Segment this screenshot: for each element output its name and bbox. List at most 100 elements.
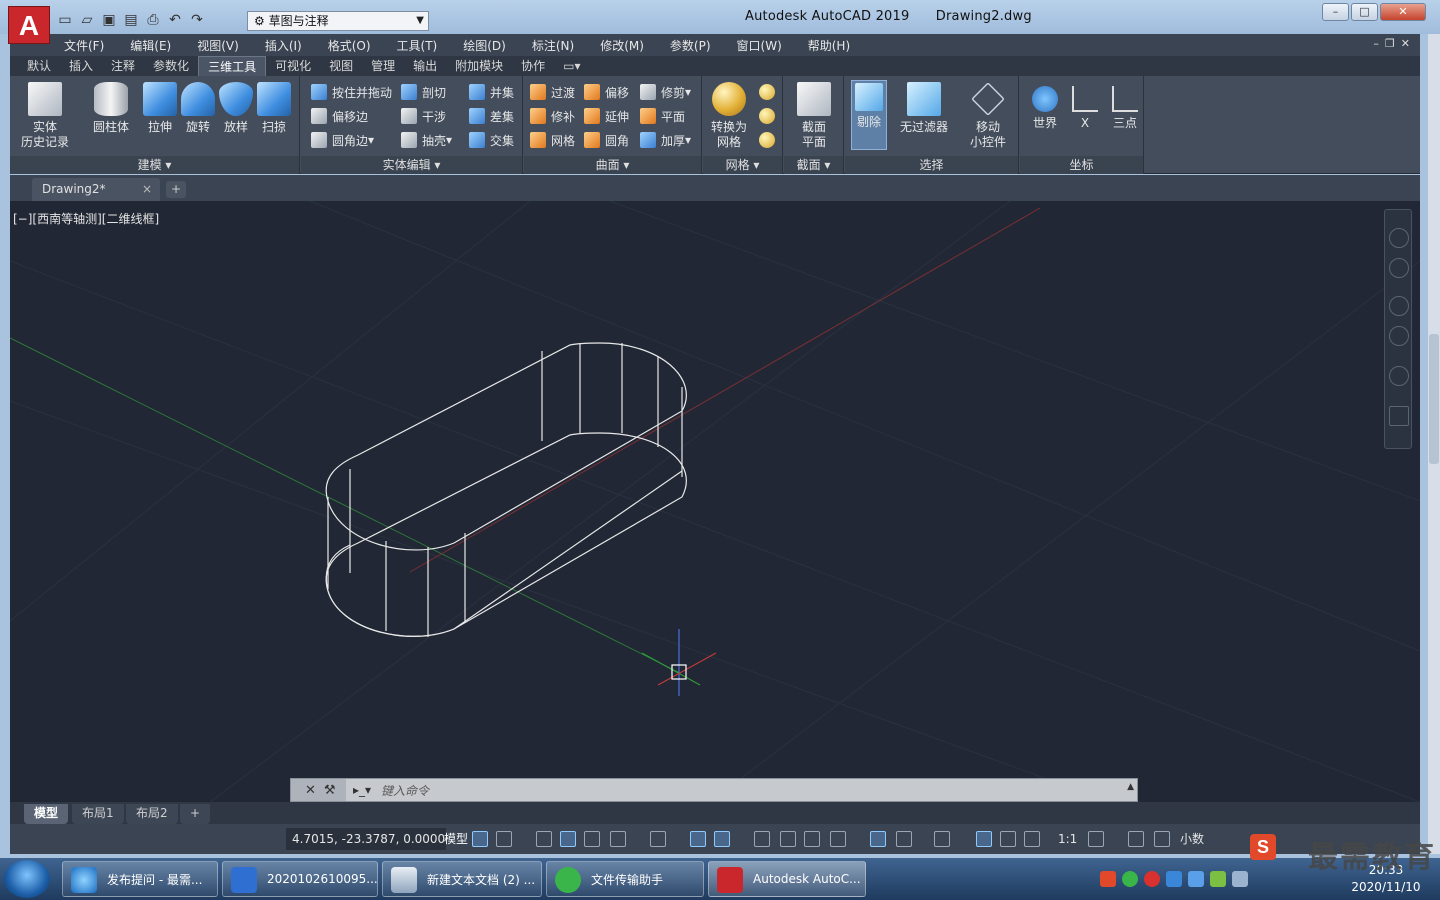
- mesh-refine-icon[interactable]: [759, 108, 775, 124]
- menu-edit[interactable]: 编辑(E): [130, 37, 171, 54]
- close-button[interactable]: ✕: [1380, 3, 1426, 21]
- extrude-button[interactable]: 拉伸: [140, 82, 180, 135]
- model-space-toggle[interactable]: 模型: [440, 828, 472, 850]
- dynamic-input-icon[interactable]: [560, 831, 576, 847]
- print-icon[interactable]: ⎙: [144, 11, 162, 29]
- ortho-toggle-icon[interactable]: [584, 831, 600, 847]
- new-file-icon[interactable]: ▭: [56, 11, 74, 29]
- tab-manage[interactable]: 管理: [362, 56, 404, 76]
- taskbar-item-autocad[interactable]: Autodesk AutoC...: [708, 861, 866, 897]
- network-button[interactable]: 网格: [530, 129, 575, 151]
- scrollbar-thumb[interactable]: [1429, 334, 1439, 464]
- blend-button[interactable]: 过渡: [530, 81, 575, 103]
- save-icon[interactable]: ▣: [100, 11, 118, 29]
- intersect-button[interactable]: 交集: [469, 129, 514, 151]
- orbit-icon[interactable]: [1389, 366, 1409, 386]
- tab-layout2[interactable]: 布局2: [126, 804, 178, 824]
- panel-title-modeling[interactable]: 建模 ▾: [10, 156, 299, 174]
- redo-icon[interactable]: ↷: [188, 11, 206, 29]
- pan-hand-icon[interactable]: [1389, 296, 1409, 316]
- drawing-viewport[interactable]: [−][西南等轴测][二维线框]: [10, 201, 1420, 802]
- interfere-button[interactable]: 干涉: [401, 105, 446, 127]
- command-history-up-icon[interactable]: ▲: [1127, 782, 1134, 792]
- zoom-extents-icon[interactable]: [1389, 326, 1409, 346]
- infer-constraints-icon[interactable]: [536, 831, 552, 847]
- security-shield-icon[interactable]: [1166, 871, 1182, 887]
- start-button[interactable]: [4, 860, 50, 898]
- panel-title-mesh[interactable]: 网格 ▾: [703, 156, 782, 174]
- auto-scale-icon[interactable]: [1000, 831, 1016, 847]
- tab-layout1[interactable]: 布局1: [72, 804, 124, 824]
- menu-dimension[interactable]: 标注(N): [532, 37, 574, 54]
- tab-addins[interactable]: 附加模块: [446, 56, 512, 76]
- convert-to-mesh-button[interactable]: 转换为 网格: [707, 82, 751, 150]
- selection-filter-icon[interactable]: [896, 831, 912, 847]
- shell-button[interactable]: 抽壳 ▾: [401, 129, 452, 151]
- offset-edge-button[interactable]: 偏移边: [311, 105, 368, 127]
- tab-parametric[interactable]: 参数化: [144, 56, 198, 76]
- no-filter-button[interactable]: 无过滤器: [897, 82, 951, 135]
- subtract-button[interactable]: 差集: [469, 105, 514, 127]
- object-snap-icon[interactable]: [714, 831, 730, 847]
- units-icon[interactable]: [1154, 831, 1170, 847]
- lineweight-icon[interactable]: [754, 831, 770, 847]
- presspull-button[interactable]: 按住并拖动: [311, 81, 392, 103]
- menu-help[interactable]: 帮助(H): [808, 37, 850, 54]
- mesh-smooth-icon[interactable]: [759, 84, 775, 100]
- annotation-scale-value[interactable]: 1:1: [1058, 828, 1077, 850]
- patch-button[interactable]: 修补: [530, 105, 575, 127]
- menu-file[interactable]: 文件(F): [64, 37, 104, 54]
- coordinate-readout[interactable]: 4.7015, -23.3787, 0.0000: [286, 828, 446, 850]
- wechat-tray-icon[interactable]: [1122, 871, 1138, 887]
- menu-format[interactable]: 格式(O): [328, 37, 371, 54]
- command-input[interactable]: ▸_▾ 键入命令: [347, 779, 1121, 801]
- workspace-gear-icon[interactable]: [1088, 831, 1104, 847]
- menu-tools[interactable]: 工具(T): [397, 37, 438, 54]
- add-layout-button[interactable]: +: [180, 804, 211, 824]
- panel-title-solid-edit[interactable]: 实体编辑 ▾: [301, 156, 522, 174]
- thicken-button[interactable]: 加厚 ▾: [640, 129, 691, 151]
- loft-button[interactable]: 放样: [216, 82, 256, 135]
- tab-collaborate[interactable]: 协作: [512, 56, 554, 76]
- revolve-button[interactable]: 旋转: [178, 82, 218, 135]
- snap-toggle-icon[interactable]: [496, 831, 512, 847]
- application-menu-button[interactable]: A: [8, 6, 50, 44]
- network-share-icon[interactable]: [1188, 871, 1204, 887]
- ucs-x-button[interactable]: X: [1068, 82, 1102, 131]
- tab-3d-tools[interactable]: 三维工具: [198, 56, 267, 76]
- open-folder-icon[interactable]: ▱: [78, 11, 96, 29]
- surface-fillet-button[interactable]: 圆角: [584, 129, 629, 151]
- polar-tracking-icon[interactable]: [610, 831, 626, 847]
- menu-window[interactable]: 窗口(W): [737, 37, 782, 54]
- tab-default[interactable]: 默认: [18, 56, 60, 76]
- nvidia-icon[interactable]: [1210, 871, 1226, 887]
- annotation-visibility-icon[interactable]: [976, 831, 992, 847]
- tab-model[interactable]: 模型: [24, 804, 69, 824]
- viewport-controls-label[interactable]: [−][西南等轴测][二维线框]: [13, 210, 159, 227]
- weibo-icon[interactable]: [1144, 871, 1160, 887]
- menu-modify[interactable]: 修改(M): [600, 37, 644, 54]
- dynamic-ucs-icon[interactable]: [870, 831, 886, 847]
- selection-cycling-icon[interactable]: [804, 831, 820, 847]
- workspace-select[interactable]: ⚙ 草图与注释 ▼: [247, 11, 429, 31]
- tab-visualize[interactable]: 可视化: [266, 56, 320, 76]
- annotation-monitor-icon[interactable]: [1128, 831, 1144, 847]
- gizmo-icon[interactable]: [934, 831, 950, 847]
- document-window-controls[interactable]: –❐✕: [1373, 37, 1416, 50]
- ucs-3point-button[interactable]: 三点: [1108, 82, 1142, 131]
- transparency-icon[interactable]: [780, 831, 796, 847]
- move-gizmo-button[interactable]: 移动 小控件: [963, 82, 1013, 150]
- surface-offset-button[interactable]: 偏移: [584, 81, 629, 103]
- maximize-button[interactable]: □: [1351, 3, 1378, 21]
- menu-parametric[interactable]: 参数(P): [670, 37, 711, 54]
- panel-title-selection[interactable]: 选择: [845, 156, 1018, 174]
- tab-output[interactable]: 输出: [404, 56, 446, 76]
- annotation-scale-icon[interactable]: [1024, 831, 1040, 847]
- units-value[interactable]: 小数: [1180, 828, 1204, 850]
- taskbar-item-wechat[interactable]: 文件传输助手: [546, 861, 704, 897]
- save-as-icon[interactable]: ▤: [122, 11, 140, 29]
- slice-button[interactable]: 剖切: [401, 81, 446, 103]
- close-tab-icon[interactable]: ×: [142, 178, 152, 200]
- trim-button[interactable]: 修剪 ▾: [640, 81, 691, 103]
- ribbon-options-icon[interactable]: ▭▾: [554, 56, 589, 76]
